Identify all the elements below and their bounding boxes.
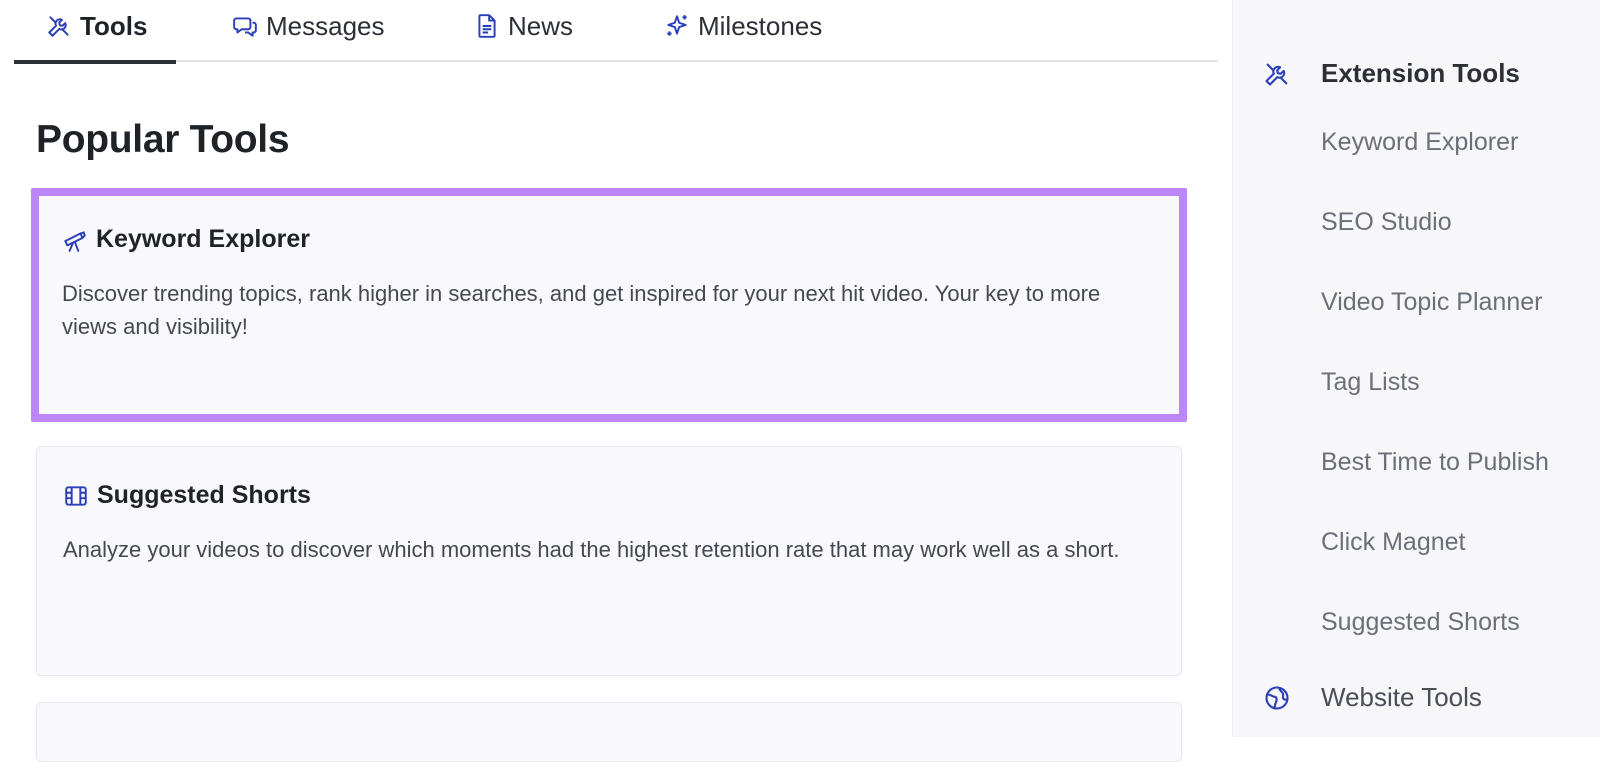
tab-tools-label: Tools	[80, 10, 148, 41]
sidebar-item-keyword-explorer[interactable]: Keyword Explorer	[1321, 128, 1518, 157]
tab-bar: Tools Messages News Milestones	[14, 0, 1218, 64]
card-title: Keyword Explorer	[62, 225, 310, 254]
card-description: Analyze your videos to discover which mo…	[63, 537, 1120, 562]
document-icon	[478, 14, 496, 38]
messages-icon	[233, 17, 257, 37]
sidebar-item-video-topic-planner[interactable]: Video Topic Planner	[1321, 288, 1542, 317]
tools-icon	[1265, 63, 1288, 86]
tab-messages-label: Messages	[266, 10, 385, 41]
sidebar-item-click-magnet[interactable]: Click Magnet	[1321, 528, 1466, 557]
tool-card-partial[interactable]	[36, 702, 1182, 762]
sidebar-section-extension-tools[interactable]: Extension Tools	[1263, 58, 1520, 89]
sidebar-item-best-time-to-publish[interactable]: Best Time to Publish	[1321, 448, 1549, 477]
sparkles-icon	[667, 15, 687, 36]
main-content: Tools Messages News Milestones Popular T…	[0, 0, 1232, 762]
card-description: Discover trending topics, rank higher in…	[62, 281, 1101, 339]
tool-card-suggested-shorts[interactable]: Suggested Shorts Analyze your videos to …	[36, 446, 1182, 676]
sidebar-section-label: Website Tools	[1321, 682, 1482, 712]
active-tab-indicator	[14, 60, 176, 64]
tools-icon	[48, 16, 69, 37]
tab-news[interactable]: News	[474, 0, 573, 62]
sidebar-item-suggested-shorts[interactable]: Suggested Shorts	[1321, 608, 1520, 637]
sidebar-section-label: Extension Tools	[1321, 58, 1520, 88]
tab-milestones[interactable]: Milestones	[664, 0, 822, 62]
film-icon	[65, 485, 87, 506]
card-title-label: Suggested Shorts	[97, 481, 311, 509]
card-title-label: Keyword Explorer	[96, 225, 310, 253]
globe-icon	[1265, 685, 1289, 710]
tab-messages[interactable]: Messages	[232, 0, 385, 62]
page-title: Popular Tools	[36, 118, 290, 161]
sidebar-section-website-tools[interactable]: Website Tools	[1263, 682, 1482, 713]
sidebar: Extension Tools Keyword Explorer SEO Stu…	[1232, 0, 1600, 737]
tab-tools[interactable]: Tools	[14, 0, 176, 64]
tool-card-keyword-explorer[interactable]: Keyword Explorer Discover trending topic…	[31, 188, 1187, 422]
sidebar-item-seo-studio[interactable]: SEO Studio	[1321, 208, 1452, 237]
tab-milestones-label: Milestones	[698, 10, 823, 41]
card-title: Suggested Shorts	[63, 481, 311, 510]
telescope-icon	[64, 230, 86, 252]
tab-news-label: News	[508, 10, 574, 41]
sidebar-item-tag-lists[interactable]: Tag Lists	[1321, 368, 1420, 397]
